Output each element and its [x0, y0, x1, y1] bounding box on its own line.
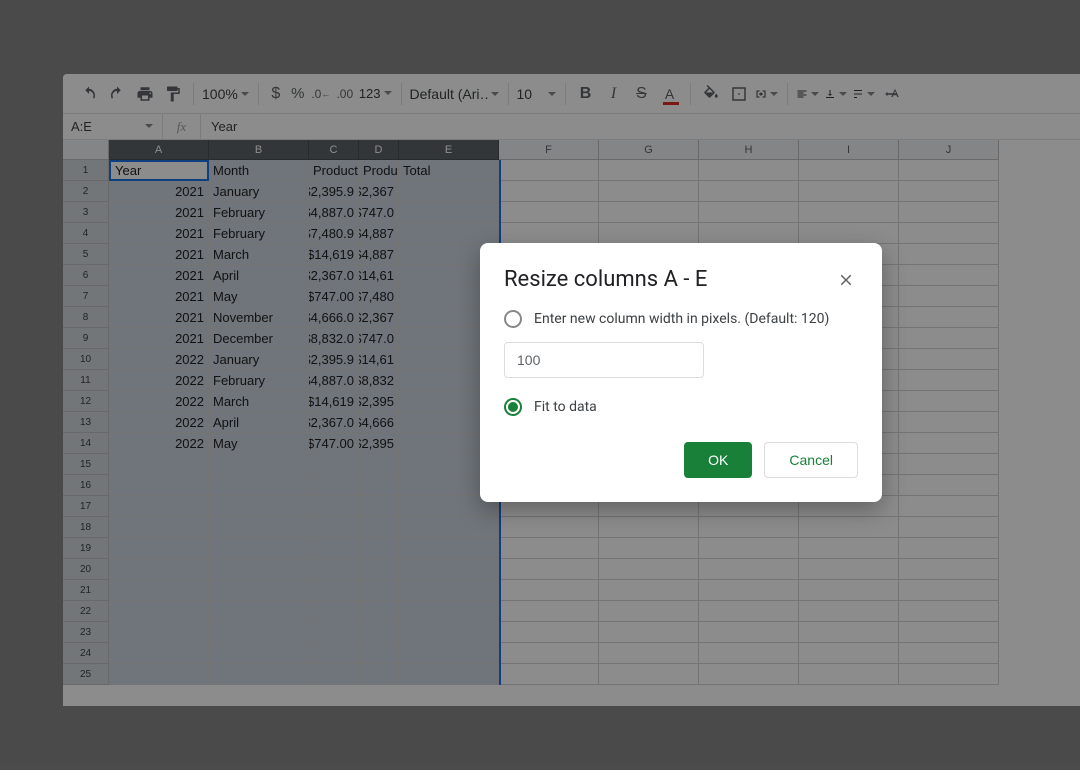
- radio-label: Fit to data: [534, 399, 597, 415]
- radio-fit-to-data[interactable]: [504, 398, 522, 416]
- ok-button[interactable]: OK: [684, 442, 752, 478]
- radio-label: Enter new column width in pixels. (Defau…: [534, 311, 829, 327]
- radio-enter-width[interactable]: [504, 310, 522, 328]
- close-icon[interactable]: [834, 268, 858, 292]
- cancel-button[interactable]: Cancel: [764, 442, 858, 478]
- dialog-title: Resize columns A - E: [504, 267, 707, 292]
- resize-columns-dialog: Resize columns A - E Enter new column wi…: [480, 243, 882, 502]
- column-width-input[interactable]: [504, 342, 704, 378]
